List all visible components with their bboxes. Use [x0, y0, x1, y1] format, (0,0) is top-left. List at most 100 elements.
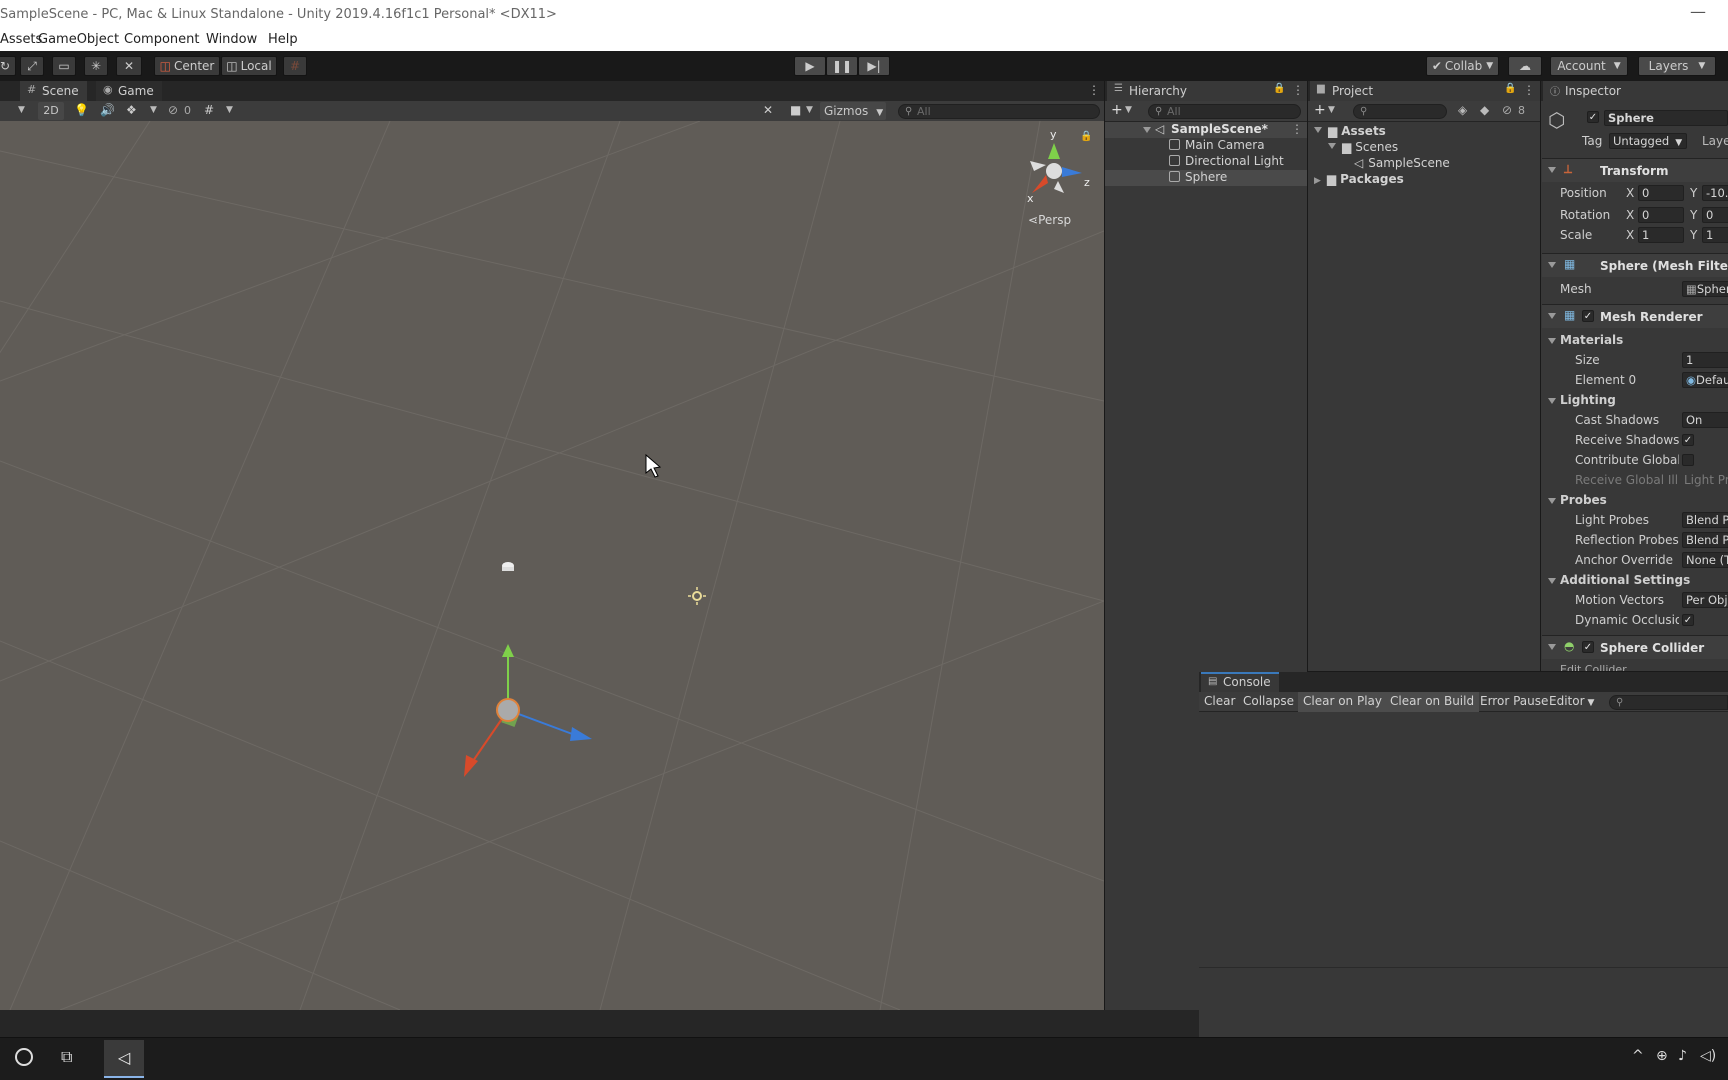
panel-menu-icon[interactable]: ⋮ [1088, 83, 1100, 97]
pause-button[interactable]: ❚❚ [826, 56, 858, 76]
camera-icon[interactable]: ■ [790, 103, 801, 117]
probes-foldout[interactable]: Probes [1560, 493, 1728, 511]
task-view-icon[interactable]: ⧉ [61, 1047, 72, 1067]
panel-menu-icon[interactable]: ⋮ [1292, 83, 1304, 97]
tab-scene[interactable]: # Scene [20, 81, 87, 101]
menu-component[interactable]: Component [124, 32, 199, 47]
materials-size-field[interactable]: 1 [1682, 352, 1728, 368]
globe-icon[interactable]: ⊕ [1656, 1048, 1668, 1064]
filter-by-type-icon[interactable]: ◈ [1458, 103, 1467, 117]
step-button[interactable]: ▶| [858, 56, 890, 76]
orientation-gizmo[interactable] [1030, 143, 1082, 193]
hidden-objects-icon[interactable]: ⊘ [168, 103, 178, 117]
scale-y-field[interactable]: 1 [1702, 227, 1728, 243]
layers-button[interactable]: Layers ▼ [1638, 56, 1716, 76]
move-gizmo[interactable] [464, 644, 592, 777]
sphere-collider-header[interactable]: ◓ ✓ Sphere Collider [1542, 635, 1728, 659]
active-checkbox[interactable]: ✓ [1587, 111, 1599, 123]
lock-icon[interactable]: 🔒 [1080, 130, 1092, 142]
scene-menu-icon[interactable]: ⋮ [1291, 122, 1303, 136]
account-button[interactable]: Account ▼ [1550, 56, 1628, 76]
lock-icon[interactable]: 🔒 [1273, 83, 1285, 94]
gizmo-x-cone[interactable] [1032, 175, 1048, 193]
expand-icon[interactable] [1548, 398, 1556, 404]
project-packages-folder[interactable]: ▶ ▆ Packages [1314, 172, 1404, 188]
hierarchy-item-sphere[interactable]: Sphere [1169, 170, 1227, 186]
mesh-renderer-enabled-checkbox[interactable]: ✓ [1582, 310, 1594, 322]
menu-assets[interactable]: Assets [0, 32, 42, 47]
add-icon[interactable]: + [1314, 102, 1326, 118]
speaker-icon[interactable]: ◁) [1700, 1048, 1716, 1064]
y-axis-handle[interactable] [502, 644, 514, 657]
gizmos-button[interactable]: Gizmos ▼ [820, 102, 886, 120]
element0-field[interactable]: ◉Defau [1682, 372, 1728, 388]
console-error-pause-button[interactable]: Error Pause [1475, 692, 1553, 712]
transform-header[interactable]: ⟂ Transform [1542, 158, 1728, 182]
chevron-down-icon[interactable]: ▼ [806, 105, 813, 115]
rect-tool-icon[interactable]: ▭ [52, 56, 76, 76]
pivot-local-button[interactable]: ◫ Local [221, 56, 277, 76]
project-scenes-folder[interactable]: ▆ Scenes [1328, 140, 1398, 156]
motion-vectors-dropdown[interactable]: Per Obj [1682, 592, 1728, 608]
expand-icon[interactable] [1548, 167, 1556, 173]
expand-icon[interactable] [1328, 143, 1336, 149]
search-circle-icon[interactable] [15, 1048, 33, 1066]
expand-icon[interactable] [1548, 338, 1556, 344]
menu-window[interactable]: Window [206, 32, 257, 47]
lighting-icon[interactable]: 💡 [74, 103, 89, 117]
console-clear-button[interactable]: Clear [1199, 692, 1240, 712]
z-axis-handle[interactable] [570, 727, 592, 741]
mesh-field[interactable]: ▦Spher [1682, 281, 1728, 297]
effects-icon[interactable]: ❖ [126, 103, 137, 117]
additional-settings-foldout[interactable]: Additional Settings [1560, 573, 1728, 591]
contribute-gi-checkbox[interactable] [1682, 454, 1694, 466]
expand-icon[interactable] [1314, 127, 1322, 133]
console-editor-dropdown[interactable]: Editor ▼ [1544, 692, 1599, 712]
console-search-input[interactable] [1609, 695, 1728, 710]
sphere-object[interactable] [496, 698, 520, 722]
custom-tool-icon[interactable]: ✕ [116, 56, 142, 76]
collab-button[interactable]: ✔ Collab ▼ [1426, 56, 1499, 76]
dynamic-occlusion-checkbox[interactable]: ✓ [1682, 614, 1694, 626]
position-y-field[interactable]: -10. [1702, 185, 1728, 201]
console-clear-on-play-button[interactable]: Clear on Play [1298, 692, 1387, 712]
camera-gizmo[interactable] [502, 562, 514, 571]
light-gizmo[interactable] [688, 587, 706, 605]
light-probes-dropdown[interactable]: Blend P [1682, 512, 1728, 528]
rotate-tool-icon[interactable]: ↻ [0, 56, 16, 76]
chevron-down-icon[interactable]: ▼ [226, 105, 233, 115]
project-search-input[interactable] [1353, 104, 1447, 119]
project-samplescene-file[interactable]: ◁ SampleScene [1354, 156, 1450, 172]
panel-menu-icon[interactable]: ⋮ [1523, 83, 1535, 97]
grid-icon[interactable]: # [204, 103, 214, 117]
2d-toggle-button[interactable]: 2D [38, 102, 64, 120]
chevron-down-icon[interactable]: ▼ [150, 105, 157, 115]
scene-root-row[interactable]: ◁ SampleScene* ⋮ [1105, 122, 1307, 138]
minimize-icon[interactable]: — [1690, 2, 1706, 21]
hierarchy-item-main-camera[interactable]: Main Camera [1169, 138, 1265, 154]
anchor-override-field[interactable]: None (T [1682, 552, 1728, 568]
mesh-renderer-header[interactable]: ▦ ✓ Mesh Renderer [1542, 304, 1728, 328]
scene-view[interactable]: y x z 🔒 ⋖Persp [0, 121, 1104, 1010]
lock-icon[interactable]: 🔒 [1504, 83, 1516, 94]
object-name-field[interactable]: Sphere [1604, 110, 1728, 126]
filter-by-label-icon[interactable]: ◆ [1480, 103, 1489, 117]
scene-search-input[interactable]: All [898, 104, 1100, 119]
gizmo-y-cone[interactable] [1048, 143, 1060, 159]
scale-x-field[interactable]: 1 [1638, 227, 1684, 243]
expand-icon[interactable] [1548, 498, 1556, 504]
cast-shadows-dropdown[interactable]: On [1682, 412, 1728, 428]
project-assets-folder[interactable]: ▆ Assets [1314, 124, 1386, 140]
tag-dropdown[interactable]: Untagged ▼ [1609, 133, 1687, 149]
tab-game[interactable]: ◉ Game [96, 81, 162, 101]
expand-icon[interactable] [1548, 262, 1556, 268]
play-button[interactable]: ▶ [794, 56, 826, 76]
transform-tool-icon[interactable]: ✳ [84, 56, 108, 76]
unity-taskbar-icon[interactable]: ◁ [104, 1040, 144, 1078]
grid-snap-icon[interactable]: # [283, 56, 307, 76]
tab-console[interactable]: ▤ Console [1201, 672, 1279, 692]
chevron-down-icon[interactable]: ▼ [1125, 105, 1132, 115]
console-clear-on-build-button[interactable]: Clear on Build [1385, 692, 1480, 712]
hierarchy-search-input[interactable]: All [1148, 104, 1301, 119]
menu-gameobject[interactable]: GameObject [38, 32, 119, 47]
